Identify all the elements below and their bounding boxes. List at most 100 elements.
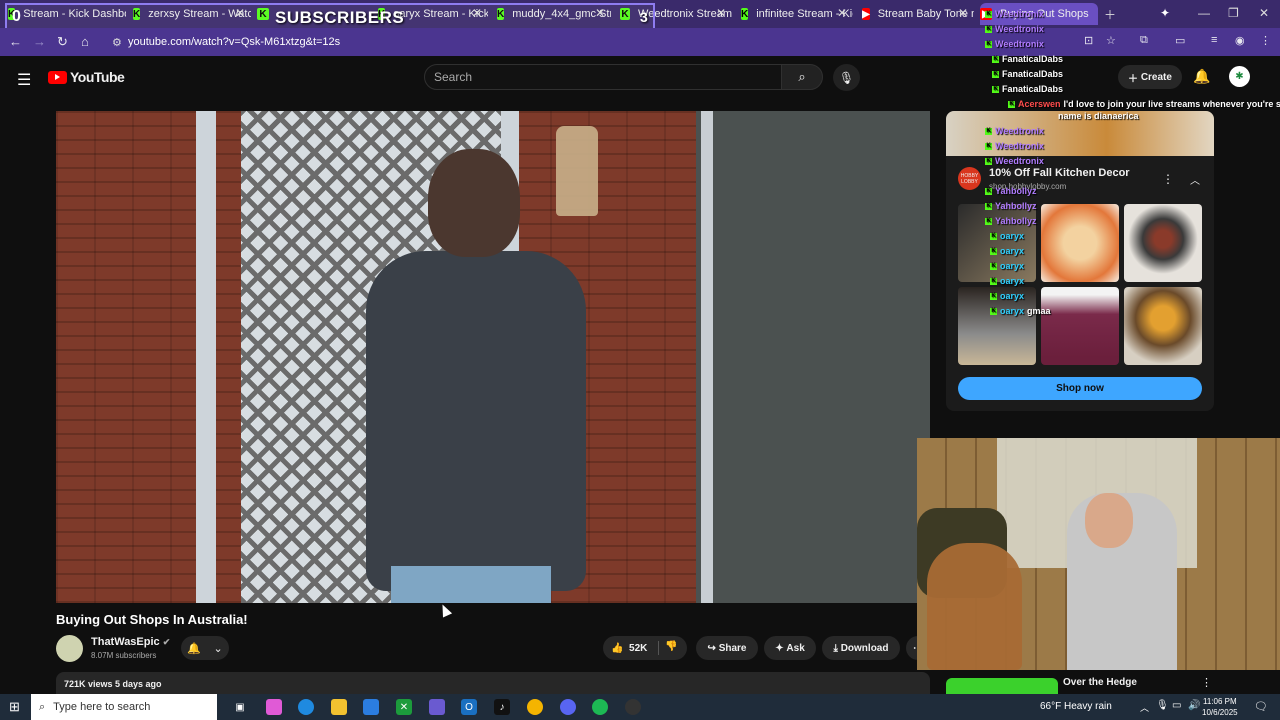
chat-line: K Weedtronix <box>985 24 1044 34</box>
weather-widget[interactable]: 66°F Heavy rain <box>1040 701 1112 712</box>
profile-icon[interactable]: ◉ <box>1235 34 1245 47</box>
search-button[interactable]: ⌕ <box>781 64 823 90</box>
microphone-icon[interactable]: 🎙 <box>1156 700 1169 711</box>
webcam-overlay <box>917 438 1280 670</box>
clock-date: 10/6/2025 <box>1202 708 1238 717</box>
ad-product-thumb[interactable] <box>1041 287 1119 365</box>
more-options-icon[interactable]: ⋮ <box>1162 172 1174 186</box>
app-icon[interactable] <box>429 699 445 715</box>
channel-avatar[interactable] <box>56 635 83 662</box>
tab-baby-tone[interactable]: ▶ Stream Baby Tone m ✕ <box>862 3 974 25</box>
close-icon[interactable]: ✕ <box>837 6 847 20</box>
tray-chevron-up-icon[interactable]: ︿ <box>1140 701 1149 714</box>
xbox-icon[interactable]: ✕ <box>396 699 412 715</box>
subscriber-count-label: 8.07M subscribers <box>91 651 157 660</box>
thumbs-down-icon[interactable]: 👎 <box>665 641 677 652</box>
ad-product-thumb[interactable] <box>1124 204 1202 282</box>
shop-now-button[interactable]: Shop now <box>958 377 1202 400</box>
obs-icon[interactable] <box>625 699 641 715</box>
store-icon[interactable] <box>363 699 379 715</box>
tab-infinitee[interactable]: K infinitee Stream - Kic ✕ <box>741 3 853 25</box>
channel-name[interactable]: ThatWasEpic ✔ <box>91 636 170 648</box>
chat-line: K FanaticalDabs <box>992 54 1064 64</box>
create-button[interactable]: ＋ Create <box>1118 65 1182 89</box>
windows-start-icon[interactable]: ⊞ <box>9 699 20 715</box>
search-icon: ⌕ <box>39 700 46 713</box>
tiktok-icon[interactable]: ♪ <box>494 699 510 715</box>
download-button[interactable]: ⤓ Download <box>822 636 900 660</box>
video-title: Buying Out Shops In Australia! <box>56 612 248 627</box>
edge-browser-icon[interactable] <box>298 699 314 715</box>
close-window-icon[interactable]: ✕ <box>1259 6 1269 20</box>
chat-line: name is dianaerica <box>1058 111 1139 121</box>
taskbar-search-input[interactable]: ⌕ Type here to search <box>31 694 217 720</box>
more-icon[interactable]: ⋮ <box>1260 34 1271 47</box>
chat-line: Koaryx gmaa <box>990 306 1051 316</box>
download-label: Download <box>840 642 889 654</box>
video-description-box[interactable]: 721K views 5 days ago <box>56 672 930 694</box>
clock[interactable]: 11:06 PM 10/6/2025 <box>1202 696 1238 718</box>
favorites-icon[interactable]: ≡ <box>1211 34 1217 46</box>
youtube-favicon-icon: ▶ <box>862 8 870 20</box>
video-frame-person <box>366 251 586 591</box>
webcam-person-head <box>1085 493 1133 548</box>
youtube-play-icon <box>48 70 67 84</box>
forward-icon[interactable]: → <box>33 34 46 49</box>
outlook-icon[interactable]: O <box>461 699 477 715</box>
ad-product-thumb[interactable] <box>1041 204 1119 282</box>
volume-icon[interactable]: 🔊 <box>1188 700 1200 711</box>
chevron-up-icon[interactable]: ︿ <box>1190 172 1200 187</box>
url-field[interactable]: youtube.com/watch?v=Qsk-M61xtzg&t=12s <box>128 36 340 48</box>
create-label: Create <box>1140 71 1172 83</box>
copilot-app-icon[interactable] <box>266 699 282 715</box>
close-icon[interactable]: ✕ <box>716 6 726 20</box>
extensions-icon[interactable]: ⧉ <box>1140 34 1148 47</box>
chrome-icon[interactable] <box>527 699 543 715</box>
video-frame-lamp <box>556 126 598 216</box>
bookmark-star-icon[interactable]: ☆ <box>1106 34 1116 47</box>
notification-center-icon[interactable]: 🗨 <box>1254 700 1268 713</box>
back-icon[interactable]: ← <box>9 34 22 49</box>
hamburger-menu-icon[interactable]: ☰ <box>17 70 31 90</box>
spotify-icon[interactable] <box>592 699 608 715</box>
next-video-title[interactable]: Over the Hedge <box>1063 677 1137 688</box>
discord-icon[interactable] <box>560 699 576 715</box>
network-icon[interactable]: ▭ <box>1172 700 1181 711</box>
more-options-icon[interactable]: ⋮ <box>1201 676 1212 689</box>
clock-time: 11:06 PM <box>1202 697 1237 706</box>
file-explorer-icon[interactable] <box>331 699 347 715</box>
share-button[interactable]: ↪ Share <box>696 636 758 660</box>
ask-button[interactable]: ✦ Ask <box>764 636 816 660</box>
advertiser-logo[interactable]: HOBBY LOBBY <box>958 167 981 190</box>
voice-search-button[interactable]: 🎙 <box>833 64 860 91</box>
search-input[interactable] <box>424 64 782 90</box>
like-button[interactable]: 👍 52K 👎 <box>603 636 687 660</box>
chat-line: K Weedtronix <box>985 39 1044 49</box>
minimize-icon[interactable]: — <box>1198 6 1210 20</box>
video-frame-window-frame <box>701 111 713 603</box>
install-app-icon[interactable]: ⊡ <box>1084 34 1093 47</box>
close-icon[interactable]: ✕ <box>958 6 968 20</box>
chat-line: K Weedtronix <box>985 126 1044 136</box>
split-screen-icon[interactable]: ▭ <box>1175 34 1185 47</box>
video-player[interactable] <box>56 111 930 603</box>
copilot-icon[interactable]: ✦ <box>1160 6 1170 20</box>
search-icon: ⌕ <box>798 69 806 84</box>
chat-line: K FanaticalDabs <box>992 69 1064 79</box>
youtube-logo[interactable]: YouTube <box>48 69 125 85</box>
ad-product-thumb[interactable] <box>1124 287 1202 365</box>
maximize-icon[interactable]: ❐ <box>1228 6 1239 20</box>
account-avatar[interactable]: ✱ <box>1229 66 1250 87</box>
ask-label: Ask <box>786 642 805 654</box>
home-icon[interactable]: ⌂ <box>81 34 89 49</box>
thumbs-up-icon: 👍 <box>611 642 624 654</box>
next-video-thumbnail[interactable] <box>946 678 1058 694</box>
chat-line: K Acerswen I'd love to join your live stre… <box>1008 99 1280 109</box>
reload-icon[interactable]: ↻ <box>57 34 68 50</box>
subscription-bell-button[interactable]: 🔔 ⌄ <box>181 636 229 660</box>
task-view-icon[interactable]: ▣ <box>232 699 248 715</box>
new-tab-icon[interactable]: ＋ <box>1104 6 1116 23</box>
search-placeholder: Search <box>434 70 473 84</box>
notifications-bell-icon[interactable]: 🔔 <box>1193 68 1210 85</box>
site-info-icon[interactable]: ⚙ <box>112 36 122 49</box>
